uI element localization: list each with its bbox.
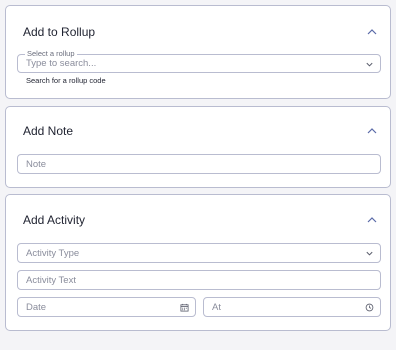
rollup-search-select[interactable]: Select a rollup Type to search... <box>17 49 381 73</box>
add-activity-card: Add Activity Activity Type Activity Text… <box>5 194 391 331</box>
activity-text-placeholder: Activity Text <box>26 275 76 286</box>
activity-at-input[interactable]: At <box>203 297 381 317</box>
add-activity-title: Add Activity <box>23 213 86 227</box>
chevron-up-icon[interactable] <box>366 28 378 36</box>
chevron-down-icon[interactable] <box>365 60 374 69</box>
at-placeholder: At <box>212 302 221 313</box>
chevron-up-icon[interactable] <box>366 127 378 135</box>
note-placeholder: Note <box>26 159 47 170</box>
rollup-search-placeholder: Type to search... <box>26 58 97 69</box>
rollup-helper-text: Search for a rollup code <box>26 76 106 85</box>
chevron-up-icon[interactable] <box>366 216 378 224</box>
clock-icon[interactable] <box>365 303 374 312</box>
calendar-icon[interactable] <box>180 303 189 312</box>
chevron-down-icon[interactable] <box>365 249 374 258</box>
add-note-title: Add Note <box>23 124 74 138</box>
date-placeholder: Date <box>26 302 47 313</box>
add-to-rollup-title: Add to Rollup <box>23 25 96 39</box>
activity-type-placeholder: Activity Type <box>26 248 80 259</box>
add-note-card: Add Note Note <box>5 106 391 188</box>
activity-type-select[interactable]: Activity Type <box>17 243 381 263</box>
add-to-rollup-card: Add to Rollup Select a rollup Type to se… <box>5 5 391 99</box>
note-input[interactable]: Note <box>17 154 381 174</box>
activity-date-input[interactable]: Date <box>17 297 196 317</box>
activity-text-input[interactable]: Activity Text <box>17 270 381 290</box>
